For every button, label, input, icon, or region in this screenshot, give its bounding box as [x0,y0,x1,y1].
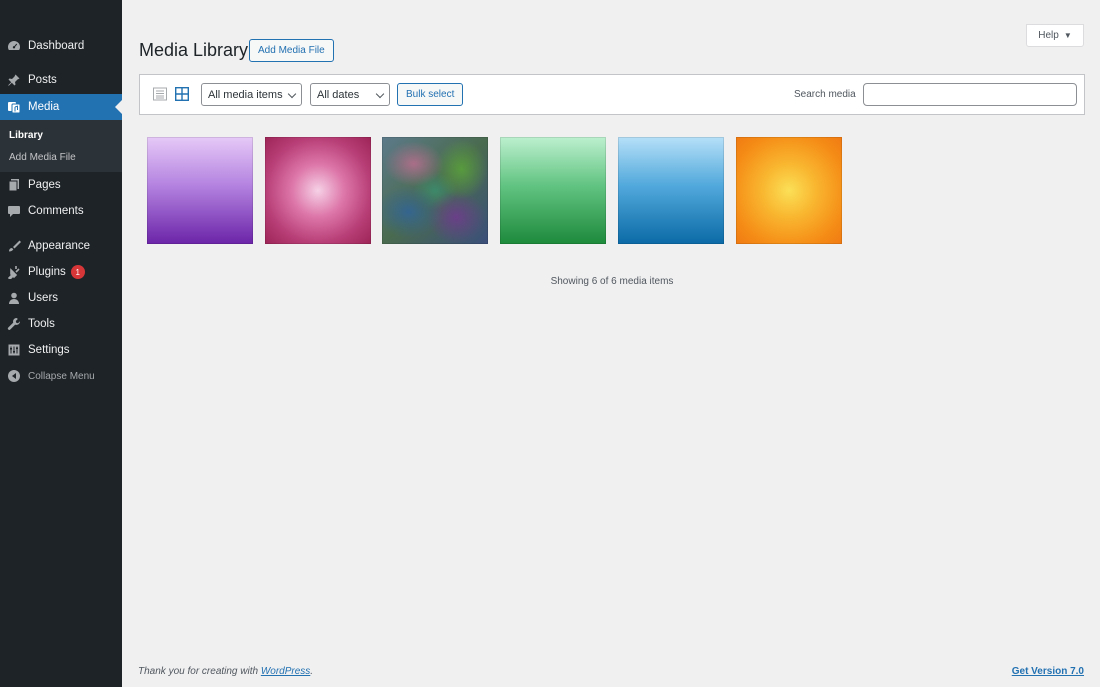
user-icon [7,291,21,305]
date-filter-value: All dates [317,88,360,101]
footer-thanks-prefix: Thank you for creating with [138,666,261,677]
brush-icon [7,239,21,253]
admin-sidebar: Dashboard Posts Media Library Add Media … [0,0,122,687]
bulk-select-button[interactable]: Bulk select [397,83,464,106]
submenu-item-library[interactable]: Library [9,130,43,141]
plugin-icon [7,265,21,279]
footer-thanks: Thank you for creating with WordPress. [138,666,313,677]
collapse-menu-label: Collapse Menu [28,370,95,382]
comments-icon [7,204,21,218]
search-media-label: Search media [794,89,856,100]
menu-label-settings: Settings [28,344,70,356]
get-version-link[interactable]: Get Version 7.0 [1012,666,1084,677]
media-item[interactable] [618,137,724,244]
media-icon [7,100,21,114]
menu-item-tools[interactable]: Tools [0,311,122,337]
menu-label-appearance: Appearance [28,240,91,252]
help-label: Help [1038,30,1059,41]
media-submenu: Library Add Media File [0,120,122,172]
search-media-input[interactable] [863,83,1077,106]
media-item[interactable] [500,137,606,244]
caret-down-icon: ▼ [1063,31,1072,40]
pages-icon [7,178,21,192]
menu-item-posts[interactable]: Posts [0,67,122,93]
menu-item-users[interactable]: Users [0,285,122,311]
wordpress-link[interactable]: WordPress [261,666,310,677]
plugins-update-badge: 1 [70,265,85,279]
menu-item-plugins[interactable]: Plugins 1 [0,259,122,285]
add-media-file-button[interactable]: Add Media File [249,39,334,62]
menu-label-users: Users [28,292,59,304]
chevron-down-icon [375,89,385,99]
menu-item-media[interactable]: Media [0,94,122,120]
media-type-filter[interactable]: All media items [201,83,302,106]
media-item[interactable] [736,137,842,244]
collapse-menu-button[interactable]: Collapse Menu [0,363,122,389]
media-toolbar: All media items All dates Bulk select Se… [139,74,1085,115]
menu-label-media: Media [28,101,60,113]
dashboard-icon [7,39,21,53]
grid-view-icon[interactable] [174,86,190,102]
menu-item-pages[interactable]: Pages [0,172,122,198]
menu-item-dashboard[interactable]: Dashboard [0,33,122,59]
help-button[interactable]: Help ▼ [1026,24,1084,47]
menu-item-appearance[interactable]: Appearance [0,233,122,259]
collapse-icon [7,369,21,383]
menu-label-posts: Posts [28,74,57,86]
pin-icon [7,73,21,87]
media-count-status: Showing 6 of 6 media items [550,276,674,287]
menu-label-comments: Comments [28,205,84,217]
menu-label-pages: Pages [28,179,61,191]
media-type-filter-value: All media items [208,88,283,101]
settings-icon [7,343,21,357]
menu-item-settings[interactable]: Settings [0,337,122,363]
date-filter[interactable]: All dates [310,83,390,106]
list-view-icon[interactable] [153,87,167,101]
chevron-down-icon [287,89,297,99]
menu-item-comments[interactable]: Comments [0,198,122,224]
menu-label-tools: Tools [28,318,55,330]
media-item[interactable] [382,137,488,244]
wrench-icon [7,317,21,331]
menu-label-plugins: Plugins [28,266,66,278]
media-item[interactable] [265,137,371,244]
page-title: Media Library [139,40,249,60]
menu-label-dashboard: Dashboard [28,40,85,52]
media-item[interactable] [147,137,253,244]
submenu-item-add-media-file[interactable]: Add Media File [9,152,76,163]
footer-thanks-suffix: . [310,666,314,677]
